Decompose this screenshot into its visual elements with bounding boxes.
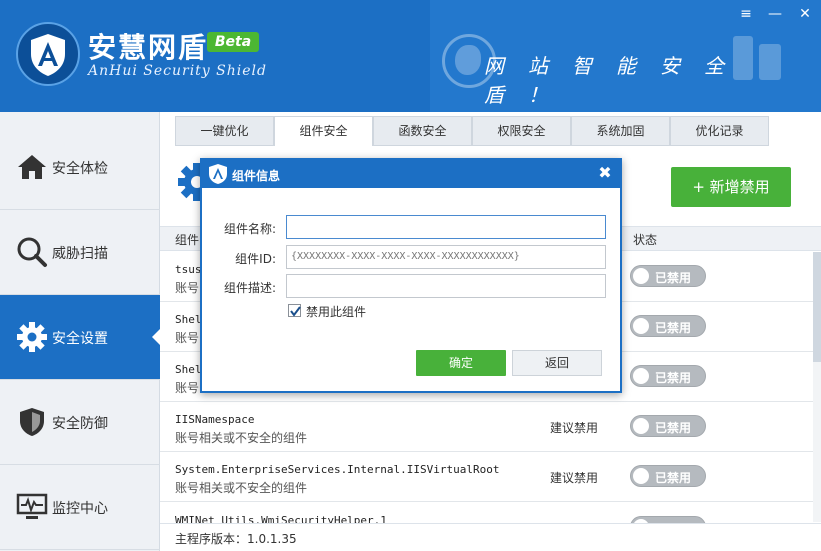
component-name: Shel (175, 313, 202, 326)
component-name: IISNamespace (175, 413, 255, 426)
toggle-label: 已禁用 (655, 321, 692, 335)
toggle-label: 已禁用 (655, 421, 692, 435)
table-row: IISNamespace 账号相关或不安全的组件 建议禁用 已禁用 (160, 402, 821, 452)
disable-toggle[interactable]: 已禁用 (630, 415, 706, 437)
tab-function-security[interactable]: 函数安全 (373, 116, 472, 146)
sidebar-item-label: 安全防御 (52, 416, 108, 432)
dialog-close-button[interactable]: ✖ (596, 163, 614, 183)
toggle-label: 已禁用 (655, 471, 692, 485)
tab-permission-security[interactable]: 权限安全 (472, 116, 571, 146)
dialog-title: 组件信息 (232, 169, 281, 183)
shield-logo-icon (31, 34, 65, 76)
sidebar-item-label: 安全体检 (52, 161, 108, 177)
sidebar-item-monitor[interactable]: 监控中心 (0, 465, 160, 550)
component-name: tsus (175, 263, 202, 276)
disable-toggle[interactable]: 已禁用 (630, 365, 706, 387)
table-row: WMINet_Utils.WmiSecurityHelper.1 (160, 502, 821, 523)
suggestion-text: 建议禁用 (550, 471, 599, 485)
component-name: Shel (175, 363, 202, 376)
tab-optimize-log[interactable]: 优化记录 (670, 116, 769, 146)
toggle-label: 已禁用 (655, 371, 692, 385)
disable-component-checkbox[interactable] (288, 304, 301, 317)
component-desc: 账号 (175, 331, 200, 345)
app-title: 安慧网盾 (88, 31, 209, 64)
disable-toggle[interactable]: 已禁用 (630, 465, 706, 487)
sidebar: 安全体检 威胁扫描 安全设置 安全防御 监控中心 (0, 112, 161, 551)
component-name: System.EnterpriseServices.Internal.IISVi… (175, 463, 500, 476)
sidebar-item-label: 安全设置 (52, 331, 108, 347)
component-info-dialog: 组件信息 ✖ 组件名称: 组件ID: {XXXXXXXX-XXXX-XXXX-X… (200, 158, 622, 393)
back-button[interactable]: 返回 (512, 350, 602, 376)
column-header-status: 状态 (633, 233, 658, 247)
tab-one-click-optimize[interactable]: 一键优化 (175, 116, 274, 146)
sidebar-item-settings[interactable]: 安全设置 (0, 295, 161, 380)
component-desc-label: 组件描述: (223, 281, 276, 295)
minimize-button[interactable]: — (767, 6, 783, 22)
scrollbar-thumb[interactable] (813, 252, 821, 362)
shield-logo-icon (209, 164, 227, 184)
sidebar-item-label: 监控中心 (52, 501, 108, 517)
app-header: 安慧网盾 Beta AnHui Security Shield 网站智能安全盾！… (0, 0, 821, 112)
version-text: 主程序版本：1.0.1.35 (175, 532, 297, 546)
dialog-title-bar: 组件信息 ✖ (202, 160, 620, 188)
component-id-input[interactable]: {XXXXXXXX-XXXX-XXXX-XXXX-XXXXXXXXXXXX} (286, 245, 606, 269)
house-icon (18, 155, 46, 179)
component-desc: 账号相关或不安全的组件 (175, 481, 308, 495)
disable-toggle[interactable] (630, 516, 706, 523)
table-row: System.EnterpriseServices.Internal.IISVi… (160, 452, 821, 502)
close-window-button[interactable]: ✕ (797, 6, 813, 22)
component-desc-input[interactable] (286, 274, 606, 298)
component-desc: 账号 (175, 281, 200, 295)
disable-toggle[interactable]: 已禁用 (630, 265, 706, 287)
app-subtitle: AnHui Security Shield (88, 63, 267, 79)
tab-bar: 一键优化 组件安全 函数安全 权限安全 系统加固 优化记录 (160, 112, 821, 147)
tab-component-security[interactable]: 组件安全 (274, 116, 373, 147)
component-desc: 账号相关或不安全的组件 (175, 431, 308, 445)
sidebar-item-checkup[interactable]: 安全体检 (0, 125, 160, 210)
tab-system-hardening[interactable]: 系统加固 (571, 116, 670, 146)
component-id-label: 组件ID: (235, 252, 276, 266)
suggestion-text: 建议禁用 (550, 421, 599, 435)
beta-badge: Beta (207, 32, 259, 52)
component-name: WMINet_Utils.WmiSecurityHelper.1 (175, 514, 387, 523)
monitor-icon (16, 493, 48, 519)
checkmark-icon (290, 306, 301, 317)
magnifier-icon (17, 237, 47, 267)
gear-icon (17, 322, 47, 352)
checkbox-label: 禁用此组件 (306, 305, 367, 319)
menu-button[interactable]: ≡ (738, 6, 754, 22)
app-logo (16, 22, 80, 86)
confirm-button[interactable]: 确定 (416, 350, 506, 376)
component-desc: 账号 (175, 381, 200, 395)
server-icon (733, 36, 783, 86)
component-name-label: 组件名称: (223, 222, 276, 236)
sidebar-item-label: 威胁扫描 (52, 246, 108, 262)
shield-icon (20, 408, 44, 436)
toggle-label: 已禁用 (655, 271, 692, 285)
sidebar-item-defense[interactable]: 安全防御 (0, 380, 160, 465)
sidebar-item-scan[interactable]: 威胁扫描 (0, 210, 160, 295)
status-bar: 主程序版本：1.0.1.35 (160, 523, 821, 551)
component-name-input[interactable] (286, 215, 606, 239)
column-header-name: 组件 (175, 233, 200, 247)
add-disable-button[interactable]: + 新增禁用 (671, 167, 791, 207)
disable-toggle[interactable]: 已禁用 (630, 315, 706, 337)
